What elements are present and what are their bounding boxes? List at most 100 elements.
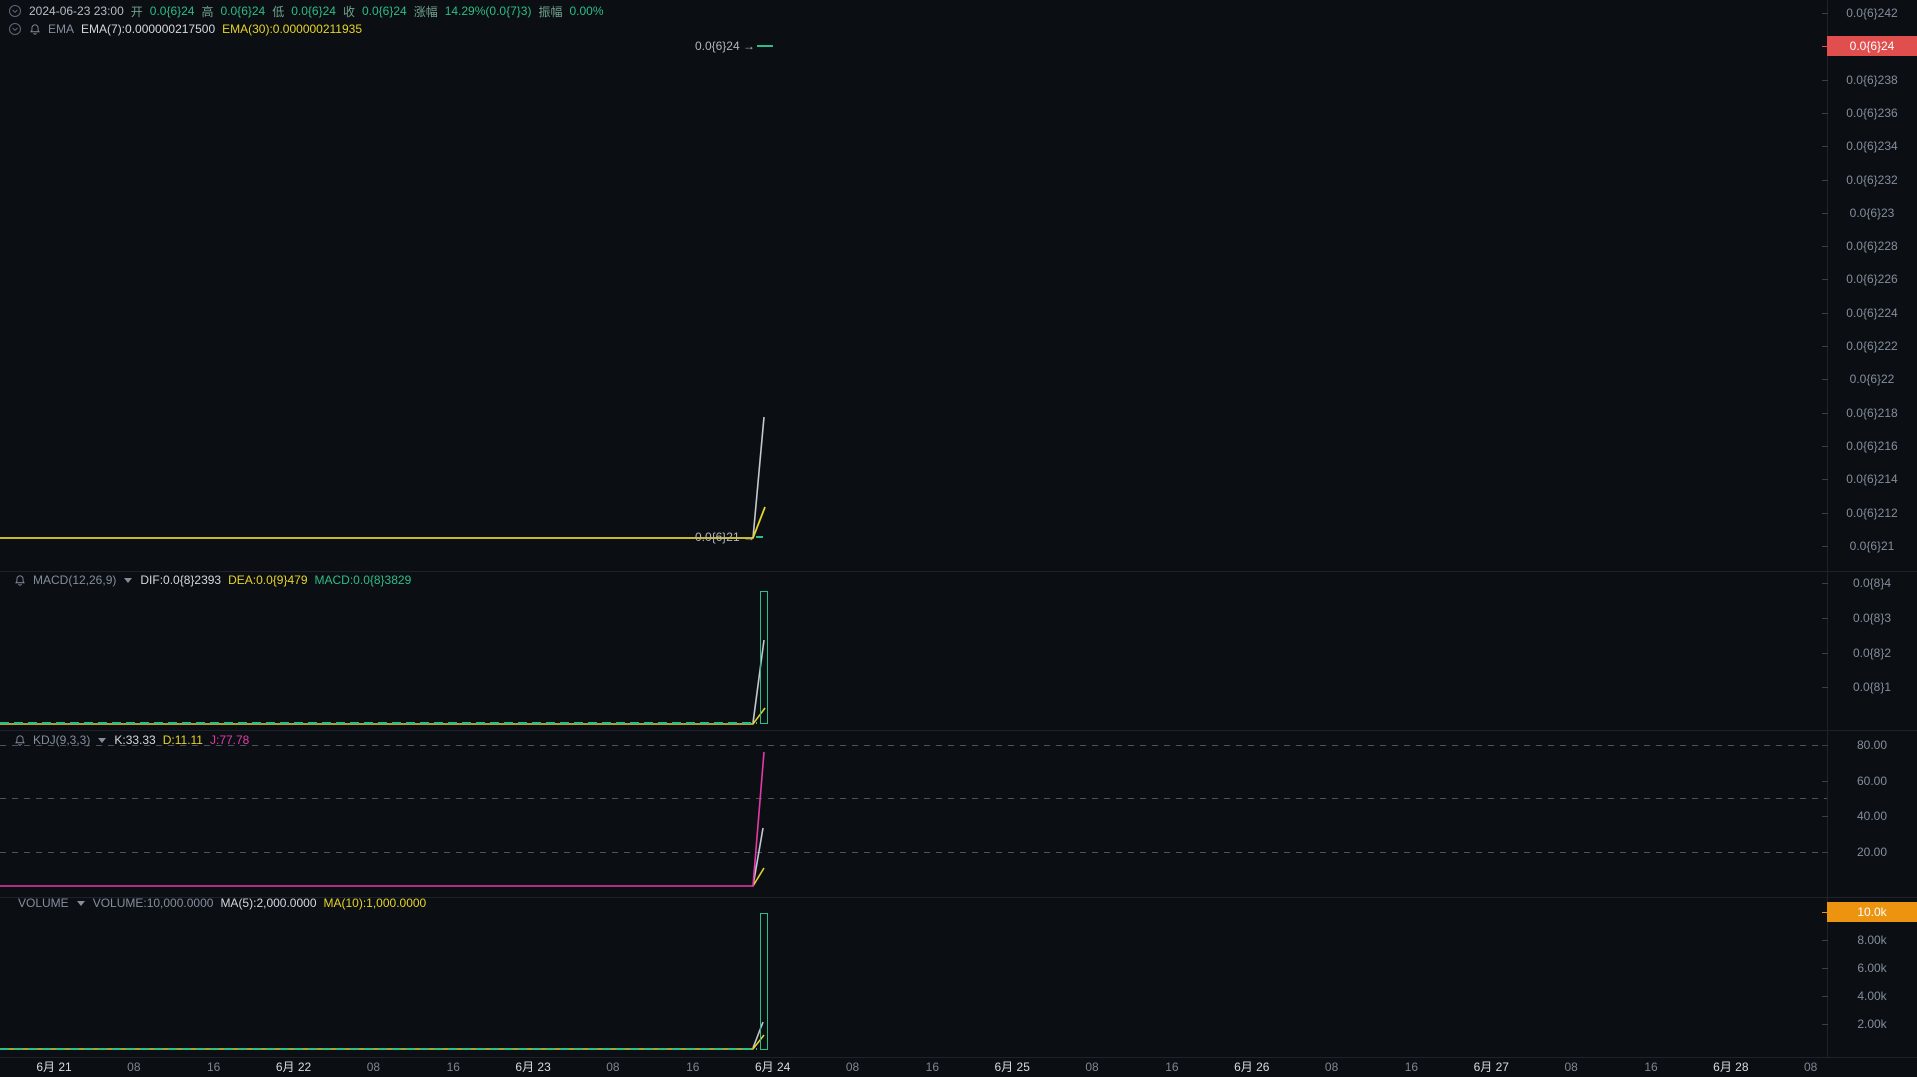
volume-legend: VOLUME VOLUME:10,000.0000 MA(5):2,000.0000…	[18, 895, 426, 911]
ohlc-legend-segment: 开	[131, 3, 143, 20]
macd-legend: MACD(12,26,9)DIF:0.0{8}2393DEA:0.0{9}479…	[14, 572, 411, 588]
price-axis-label: 0.0{6}23	[1827, 203, 1917, 223]
volume-legend-segment: VOLUME	[18, 896, 69, 910]
kdj-gridline-80	[0, 745, 1827, 746]
collapse-circle-chevron-icon[interactable]	[8, 4, 22, 18]
time-axis-label: 6月 26	[1234, 1058, 1269, 1077]
time-axis-label: 6月 28	[1713, 1058, 1748, 1077]
price-axis-label: 0.0{6}226	[1827, 269, 1917, 289]
volume-axis-label: 8.00k	[1827, 930, 1917, 950]
ema-legend: EMAEMA(7):0.000000217500EMA(30):0.000000…	[8, 21, 362, 37]
price-axis-label: 0.0{6}216	[1827, 436, 1917, 456]
ohlc-legend-segment: 0.0{6}24	[362, 4, 407, 18]
kdj-gridline-20	[0, 852, 1827, 853]
time-axis-label: 08	[1325, 1058, 1338, 1077]
kdj-legend-segment: J:77.78	[210, 733, 249, 747]
time-axis-label: 6月 25	[995, 1058, 1030, 1077]
macd-zero-baseline	[0, 722, 757, 724]
price-axis-label: 0.0{6}232	[1827, 170, 1917, 190]
ohlc-legend: 2024-06-23 23:00 开 0.0{6}24 高 0.0{6}24 低 0.0{6…	[8, 3, 604, 19]
ema-legend-segment: EMA(30):0.000000211935	[222, 22, 362, 36]
price-axis-label: 0.0{6}236	[1827, 103, 1917, 123]
last-candle-mark	[757, 45, 773, 47]
trading-chart: 0.0{6}24 → 0.0{6}21 → 2024-06-23 23:00开0…	[0, 0, 1917, 1077]
macd-axis-label: 0.0{8}2	[1827, 643, 1917, 663]
ohlc-legend-segment: 0.0{6}24	[221, 4, 266, 18]
time-axis-label: 16	[1644, 1058, 1657, 1077]
time-axis-label: 08	[606, 1058, 619, 1077]
time-axis-label: 6月 23	[515, 1058, 550, 1077]
ohlc-legend-segment: 0.00%	[569, 4, 603, 18]
price-axis-label: 0.0{6}234	[1827, 136, 1917, 156]
volume-legend-segment: VOLUME:10,000.0000	[93, 896, 214, 910]
kdj-gridline-50	[0, 798, 1827, 799]
kdj-axis-label: 80.00	[1827, 735, 1917, 755]
price-axis-label: 0.0{6}21	[1827, 536, 1917, 556]
kdj-axis-label: 20.00	[1827, 842, 1917, 862]
time-axis-label: 08	[367, 1058, 380, 1077]
price-axis[interactable]: 0.0{6}2420.0{6}240.0{6}2380.0{6}2360.0{6…	[1827, 0, 1917, 1057]
volume-legend-segment: MA(10):1,000.0000	[324, 896, 427, 910]
price-axis-label: 0.0{6}224	[1827, 303, 1917, 323]
volume-axis-label: 10.0k	[1827, 902, 1917, 922]
ohlc-legend-segment: 振幅	[538, 3, 562, 20]
time-axis-label: 08	[127, 1058, 140, 1077]
ohlc-legend-segment: 涨幅	[414, 3, 438, 20]
macd-legend-segment: MACD(12,26,9)	[33, 573, 116, 587]
time-axis-label: 6月 21	[36, 1058, 71, 1077]
indicator-dropdown-icon[interactable]	[98, 738, 106, 743]
macd-axis-label: 0.0{8}3	[1827, 608, 1917, 628]
price-axis-label: 0.0{6}238	[1827, 70, 1917, 90]
volume-axis-label: 4.00k	[1827, 986, 1917, 1006]
time-axis-label: 6月 27	[1474, 1058, 1509, 1077]
time-axis-label: 08	[1804, 1058, 1817, 1077]
volume-axis-label: 6.00k	[1827, 958, 1917, 978]
ema-legend-segment: EMA	[48, 22, 74, 36]
volume-bar	[760, 913, 768, 1050]
ohlc-legend-segment: 0.0{6}24	[150, 4, 195, 18]
alert-bell-icon[interactable]	[14, 574, 26, 587]
ohlc-legend-segment: 高	[201, 3, 213, 20]
time-axis-label: 16	[686, 1058, 699, 1077]
price-axis-label: 0.0{6}222	[1827, 336, 1917, 356]
price-axis-label: 0.0{6}212	[1827, 503, 1917, 523]
time-axis-label: 08	[846, 1058, 859, 1077]
time-axis-label: 16	[1165, 1058, 1178, 1077]
ohlc-legend-segment: 14.29%(0.0{7}3)	[445, 4, 532, 18]
volume-axis-label: 2.00k	[1827, 1014, 1917, 1034]
kdj-legend-segment: D:11.11	[163, 733, 203, 747]
ohlc-legend-segment: 2024-06-23 23:00	[29, 4, 124, 18]
kdj-axis-label: 40.00	[1827, 806, 1917, 826]
macd-legend-segment: MACD:0.0{8}3829	[315, 573, 412, 587]
kdj-axis-label: 60.00	[1827, 771, 1917, 791]
base-price-float-label: 0.0{6}21 →	[655, 530, 755, 544]
volume-baseline	[0, 1048, 757, 1050]
alert-bell-icon[interactable]	[29, 23, 41, 36]
price-axis-label: 0.0{6}22	[1827, 369, 1917, 389]
time-axis-label: 6月 24	[755, 1058, 790, 1077]
macd-axis-label: 0.0{8}1	[1827, 677, 1917, 697]
kdj-legend-segment: KDJ(9,3,3)	[33, 733, 90, 747]
price-axis-label: 0.0{6}242	[1827, 3, 1917, 23]
pane-divider	[0, 730, 1917, 731]
ohlc-legend-segment: 低	[272, 3, 284, 20]
price-axis-label: 0.0{6}218	[1827, 403, 1917, 423]
macd-histogram-bar	[760, 591, 768, 724]
kdj-legend: KDJ(9,3,3) K:33.33 D:11.11 J:77.78	[14, 732, 249, 748]
indicator-dropdown-icon[interactable]	[77, 901, 85, 906]
alert-bell-icon[interactable]	[14, 734, 26, 747]
indicator-dropdown-icon[interactable]	[124, 578, 132, 583]
base-price-mark	[756, 536, 763, 538]
volume-legend-segment: MA(5):2,000.0000	[220, 896, 316, 910]
time-axis-label: 16	[926, 1058, 939, 1077]
ohlc-legend-segment: 0.0{6}24	[291, 4, 336, 18]
time-axis-label: 16	[447, 1058, 460, 1077]
macd-axis-label: 0.0{8}4	[1827, 573, 1917, 593]
kdj-legend-segment: K:33.33	[114, 733, 155, 747]
time-axis-label: 16	[207, 1058, 220, 1077]
ohlc-legend-segment: 收	[343, 3, 355, 20]
collapse-circle-chevron-icon[interactable]	[8, 22, 22, 36]
macd-legend-segment: DIF:0.0{8}2393	[140, 573, 221, 587]
time-axis[interactable]: 6月 2108166月 2208166月 2308166月 2408166月 2…	[0, 1058, 1917, 1077]
price-axis-label: 0.0{6}228	[1827, 236, 1917, 256]
